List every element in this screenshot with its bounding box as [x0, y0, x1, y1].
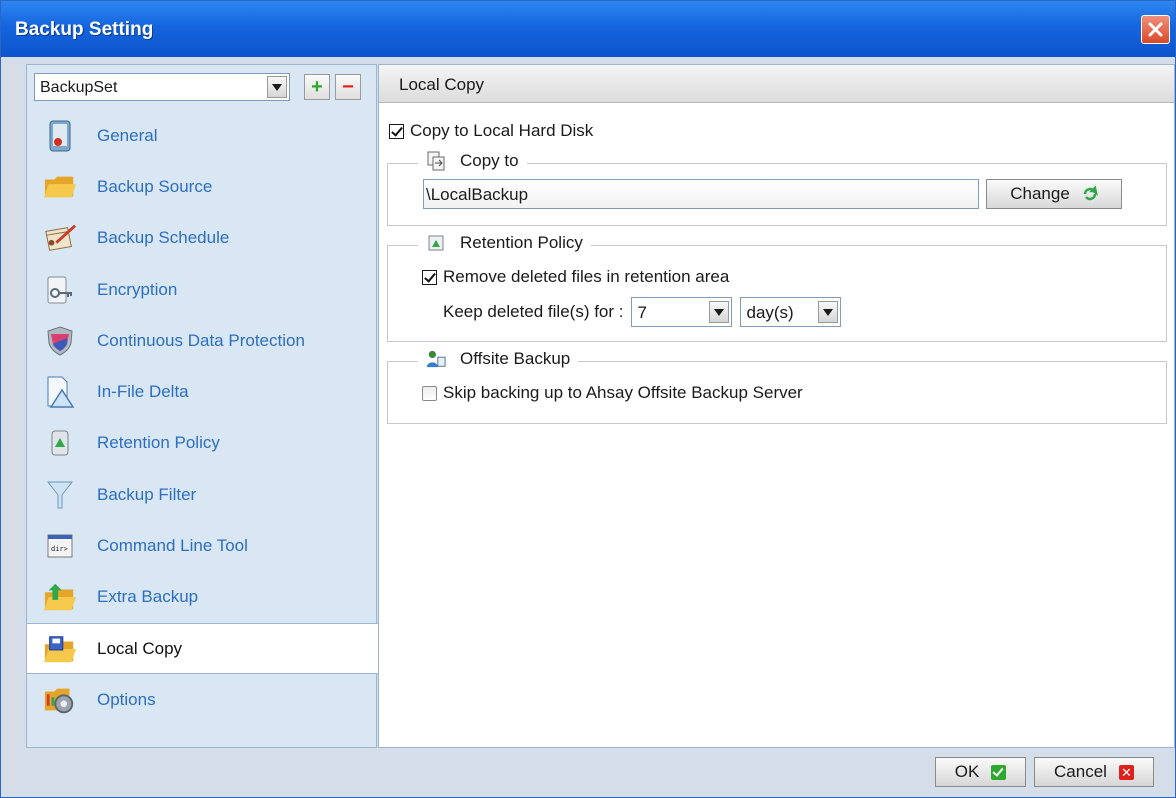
copy-to-path-value: \LocalBackup	[426, 185, 529, 204]
schedule-icon	[43, 221, 77, 255]
chevron-down-icon[interactable]	[818, 301, 839, 323]
sidebar-item-options[interactable]: Options	[27, 674, 376, 725]
retention-policy-legend: Retention Policy	[418, 233, 591, 253]
sidebar-item-general[interactable]: General	[27, 110, 376, 161]
add-backupset-button[interactable]: +	[304, 74, 330, 100]
title-bar: Backup Setting	[1, 1, 1175, 57]
checkbox-checked-icon[interactable]	[422, 269, 437, 285]
sidebar-item-label: Backup Filter	[97, 484, 197, 504]
window-title: Backup Setting	[15, 19, 154, 40]
offsite-backup-legend: Offsite Backup	[418, 349, 579, 369]
sidebar-item-in-file-delta[interactable]: In-File Delta	[27, 366, 376, 417]
sidebar: BackupSet + − General Backup Source Back…	[26, 64, 379, 748]
cancel-button-label: Cancel	[1054, 762, 1107, 781]
sidebar-item-retention-policy[interactable]: Retention Policy	[27, 418, 376, 469]
shield-icon	[43, 324, 77, 358]
change-button-label: Change	[1010, 184, 1070, 203]
keep-unit-select[interactable]: day(s)	[740, 297, 842, 327]
ok-button-label: OK	[954, 762, 980, 781]
copy-to-legend: Copy to	[418, 151, 527, 171]
backupset-row: BackupSet + −	[34, 73, 364, 101]
backup-setting-window: Backup Setting BackupSet + − General Bac…	[0, 0, 1176, 798]
backupset-select[interactable]: BackupSet	[34, 73, 290, 101]
keep-unit-value: day(s)	[746, 303, 794, 322]
chevron-down-icon[interactable]	[267, 76, 287, 98]
sidebar-item-cdp[interactable]: Continuous Data Protection	[27, 315, 376, 366]
recycle-bin-icon	[426, 233, 446, 253]
general-icon	[43, 119, 77, 153]
filter-icon	[43, 478, 77, 512]
checkbox-checked-icon[interactable]	[389, 123, 404, 139]
offsite-legend-label: Offsite Backup	[460, 349, 571, 368]
change-button[interactable]: Change	[986, 179, 1122, 209]
command-line-icon: dir>	[43, 529, 77, 563]
sidebar-item-command-line-tool[interactable]: dir> Command Line Tool	[27, 520, 376, 571]
svg-text:dir>: dir>	[51, 545, 68, 553]
sidebar-item-label: Extra Backup	[97, 587, 199, 607]
close-icon: ✕	[1118, 764, 1134, 780]
remove-backupset-button[interactable]: −	[335, 74, 361, 100]
sidebar-item-label: Command Line Tool	[97, 536, 248, 556]
delta-icon	[43, 375, 77, 409]
close-button[interactable]	[1141, 15, 1170, 44]
sidebar-item-local-copy[interactable]: Local Copy	[27, 622, 379, 675]
retention-legend-label: Retention Policy	[460, 233, 583, 252]
backupset-value: BackupSet	[40, 79, 118, 96]
sidebar-item-label: General	[97, 125, 158, 145]
chevron-down-icon[interactable]	[709, 301, 730, 323]
sidebar-item-label: Local Copy	[97, 638, 183, 658]
copy-to-local-hard-disk-checkbox[interactable]: Copy to Local Hard Disk	[389, 121, 593, 141]
copy-to-path-input[interactable]: \LocalBackup	[423, 179, 979, 209]
sidebar-item-label: Encryption	[97, 279, 178, 299]
close-icon	[1148, 22, 1163, 37]
sidebar-item-backup-filter[interactable]: Backup Filter	[27, 469, 376, 520]
skip-offsite-label: Skip backing up to Ahsay Offsite Backup …	[443, 383, 803, 402]
sidebar-item-label: Continuous Data Protection	[97, 330, 305, 350]
sidebar-item-extra-backup[interactable]: Extra Backup	[27, 572, 376, 623]
panel-header: Local Copy	[379, 65, 1174, 103]
copy-to-group: Copy to \LocalBackup Change	[387, 151, 1167, 226]
keep-deleted-label: Keep deleted file(s) for :	[443, 302, 624, 321]
key-icon	[43, 273, 77, 307]
recycle-bin-icon	[43, 426, 77, 460]
remove-deleted-files-checkbox[interactable]: Remove deleted files in retention area	[422, 267, 729, 287]
copy-icon	[426, 151, 446, 171]
sidebar-item-encryption[interactable]: Encryption	[27, 264, 376, 315]
check-icon	[991, 764, 1007, 780]
copy-to-local-label: Copy to Local Hard Disk	[410, 121, 594, 140]
ok-button[interactable]: OK	[935, 757, 1026, 787]
sidebar-item-label: Backup Source	[97, 176, 213, 196]
sidebar-nav: General Backup Source Backup Schedule En…	[27, 110, 379, 726]
folder-icon	[43, 170, 77, 204]
keep-days-select[interactable]: 7	[631, 297, 733, 327]
sidebar-item-backup-schedule[interactable]: Backup Schedule	[27, 213, 376, 264]
skip-offsite-checkbox[interactable]: Skip backing up to Ahsay Offsite Backup …	[422, 383, 803, 403]
local-copy-icon	[43, 632, 77, 666]
panel-title: Local Copy	[399, 75, 485, 94]
remove-deleted-label: Remove deleted files in retention area	[443, 267, 730, 286]
sidebar-item-label: Backup Schedule	[97, 228, 230, 248]
offsite-backup-group: Offsite Backup Skip backing up to Ahsay …	[387, 349, 1167, 424]
keep-days-value: 7	[637, 303, 647, 322]
extra-backup-icon	[43, 580, 77, 614]
copy-to-legend-label: Copy to	[460, 151, 519, 170]
refresh-icon	[1083, 186, 1098, 201]
sidebar-item-label: Retention Policy	[97, 433, 220, 453]
sidebar-item-backup-source[interactable]: Backup Source	[27, 161, 376, 212]
user-server-icon	[426, 349, 446, 369]
options-icon	[43, 683, 77, 717]
keep-deleted-row: Keep deleted file(s) for : 7 day(s)	[443, 297, 842, 327]
retention-policy-group: Retention Policy Remove deleted files in…	[387, 233, 1167, 342]
local-copy-panel: Local Copy Copy to Local Hard Disk Copy …	[378, 64, 1175, 748]
checkbox-unchecked-icon[interactable]	[422, 385, 437, 401]
cancel-button[interactable]: Cancel ✕	[1034, 757, 1154, 787]
sidebar-item-label: Options	[97, 689, 156, 709]
sidebar-item-label: In-File Delta	[97, 382, 189, 402]
